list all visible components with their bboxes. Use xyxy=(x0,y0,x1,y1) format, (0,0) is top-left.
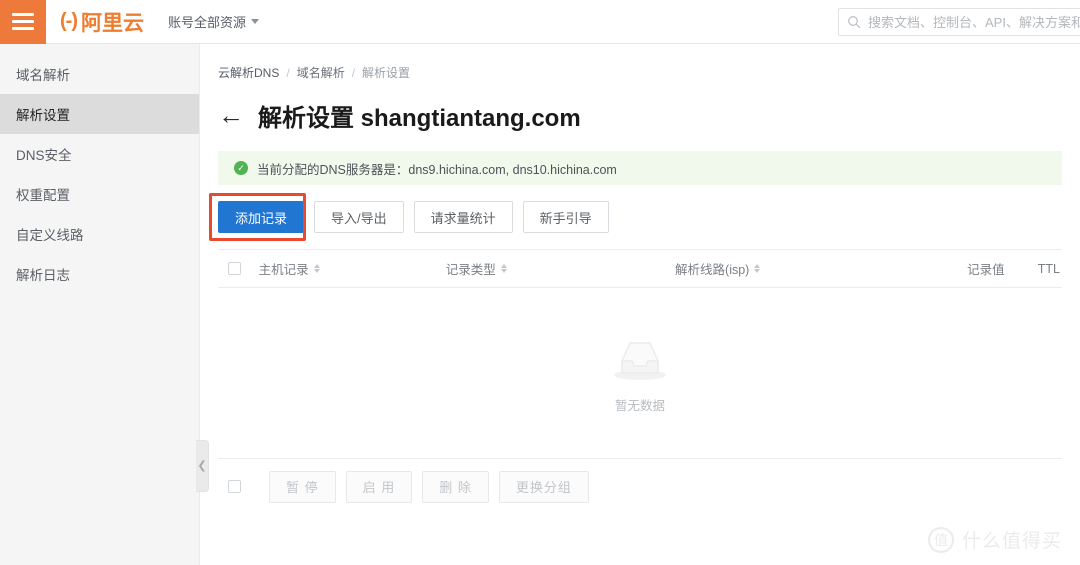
sidebar-item-resolution-settings[interactable]: 解析设置 xyxy=(0,94,199,134)
sidebar-item-label: 解析日志 xyxy=(16,268,70,283)
column-header-type-label: 记录类型 xyxy=(445,263,496,277)
sidebar-item-dns-security[interactable]: DNS安全 xyxy=(0,134,199,174)
search-icon xyxy=(848,16,861,29)
import-export-button[interactable]: 导入/导出 xyxy=(314,201,404,233)
toolbar-wrap: 添加记录 导入/导出 请求量统计 新手引导 xyxy=(209,193,1080,241)
batch-select-all-checkbox[interactable] xyxy=(228,480,241,493)
hamburger-menu-icon[interactable] xyxy=(0,0,46,44)
column-header-line[interactable]: 解析线路(isp) xyxy=(675,259,895,278)
aliyun-logo-mark: (-) xyxy=(60,10,78,32)
main-content: 云解析DNS / 域名解析 / 解析设置 ← 解析设置 shangtiantan… xyxy=(200,44,1080,565)
delete-button[interactable]: 删 除 xyxy=(422,470,489,503)
beginner-guide-button[interactable]: 新手引导 xyxy=(522,201,609,233)
sidebar-item-domain-resolution[interactable]: 域名解析 xyxy=(0,54,199,94)
breadcrumb-separator: / xyxy=(286,65,290,80)
table-header-row: 主机记录 记录类型 解析线路(isp) 记录值 TTL xyxy=(218,250,1062,288)
column-header-value: 记录值 xyxy=(895,259,1005,278)
breadcrumb-item-cloud-dns[interactable]: 云解析DNS xyxy=(218,64,279,81)
breadcrumb-separator: / xyxy=(351,65,356,80)
pause-button[interactable]: 暂 停 xyxy=(269,470,336,503)
breadcrumb: 云解析DNS / 域名解析 / 解析设置 xyxy=(218,64,1080,81)
column-header-line-label: 解析线路(isp) xyxy=(675,263,750,277)
left-sidebar: 域名解析 解析设置 DNS安全 权重配置 自定义线路 解析日志 xyxy=(0,44,200,565)
change-group-button[interactable]: 更换分组 xyxy=(498,470,589,503)
action-toolbar: 添加记录 导入/导出 请求量统计 新手引导 xyxy=(218,201,1080,233)
add-record-button[interactable]: 添加记录 xyxy=(218,201,305,233)
global-search[interactable] xyxy=(838,8,1080,36)
column-header-value-label: 记录值 xyxy=(967,263,1005,277)
dns-server-notice-text: 当前分配的DNS服务器是：dns9.hichina.com, dns10.hic… xyxy=(257,162,617,177)
chevron-down-icon xyxy=(251,19,259,24)
sidebar-item-resolution-log[interactable]: 解析日志 xyxy=(0,254,199,294)
column-header-ttl-label: TTL xyxy=(1037,261,1060,276)
sidebar-item-label: 自定义线路 xyxy=(16,228,84,243)
watermark-mark: 值 xyxy=(927,526,954,553)
aliyun-logo[interactable]: (-) 阿里云 xyxy=(60,7,144,37)
column-header-ttl: TTL xyxy=(1005,262,1062,276)
dns-records-table: 主机记录 记录类型 解析线路(isp) 记录值 TTL 暂无数据 xyxy=(218,249,1062,458)
request-stats-button[interactable]: 请求量统计 xyxy=(413,201,513,233)
chevron-left-icon: ❮ xyxy=(197,459,207,472)
top-header: (-) 阿里云 账号全部资源 xyxy=(0,0,1080,44)
sidebar-item-custom-line[interactable]: 自定义线路 xyxy=(0,214,199,254)
sort-icon-line[interactable] xyxy=(754,264,761,273)
search-input[interactable] xyxy=(868,14,1080,30)
page-title-row: ← 解析设置 shangtiantang.com xyxy=(218,98,1080,133)
account-scope-label: 账号全部资源 xyxy=(167,15,246,30)
enable-button[interactable]: 启 用 xyxy=(345,470,413,503)
sidebar-item-weight-config[interactable]: 权重配置 xyxy=(0,174,199,214)
check-circle-icon: ✓ xyxy=(234,161,248,175)
column-header-host-label: 主机记录 xyxy=(258,263,309,277)
hamburger-line xyxy=(12,13,34,16)
watermark-text: 什么值得买 xyxy=(961,531,1062,552)
hamburger-line xyxy=(12,27,34,30)
hamburger-line xyxy=(12,20,34,23)
sidebar-collapse-handle[interactable]: ❮ xyxy=(196,440,209,492)
aliyun-logo-text: 阿里云 xyxy=(80,11,144,35)
select-all-checkbox[interactable] xyxy=(228,262,241,275)
breadcrumb-item-current: 解析设置 xyxy=(362,66,411,80)
sidebar-item-label: 权重配置 xyxy=(16,188,70,203)
arrow-left-icon[interactable]: ← xyxy=(218,102,244,128)
page-title: 解析设置 shangtiantang.com xyxy=(258,105,581,132)
sidebar-item-label: 域名解析 xyxy=(16,68,70,83)
empty-state-text: 暂无数据 xyxy=(614,398,665,413)
column-header-type[interactable]: 记录类型 xyxy=(446,259,675,278)
watermark: 值 什么值得买 xyxy=(927,526,1062,553)
sort-icon-host[interactable] xyxy=(313,264,320,273)
sidebar-item-label: 解析设置 xyxy=(16,108,70,123)
sidebar-item-label: DNS安全 xyxy=(16,148,72,163)
dns-server-notice: ✓ 当前分配的DNS服务器是：dns9.hichina.com, dns10.h… xyxy=(218,151,1062,185)
column-header-host[interactable]: 主机记录 xyxy=(259,259,446,278)
batch-action-bar: 暂 停 启 用 删 除 更换分组 xyxy=(218,458,1062,514)
empty-inbox-icon xyxy=(614,341,666,380)
breadcrumb-item-domain-resolution[interactable]: 域名解析 xyxy=(297,64,345,81)
sort-icon-type[interactable] xyxy=(500,264,507,273)
table-empty-state: 暂无数据 xyxy=(218,288,1062,458)
select-all-cell xyxy=(218,262,259,275)
account-scope-dropdown[interactable]: 账号全部资源 xyxy=(168,12,259,31)
